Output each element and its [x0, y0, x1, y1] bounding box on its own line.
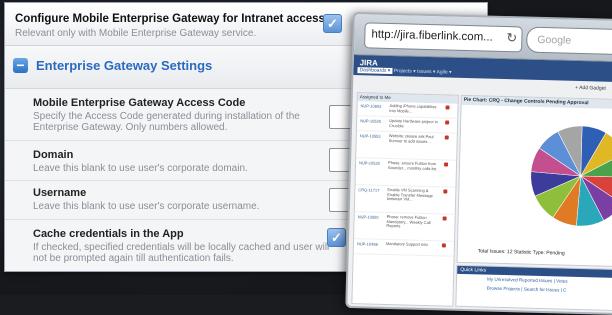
- assigned-to-me-gadget: Assigned to Me NUP-10803 Adding iPhone ca…: [351, 92, 459, 307]
- priority-icon: [445, 120, 450, 125]
- address-text: http://jira.fiberlink.com...: [371, 28, 493, 44]
- add-gadget-link[interactable]: + Add Gadget: [575, 85, 606, 92]
- priority-icon: [443, 189, 448, 194]
- list-item[interactable]: NUP-10553 Website: please ask Paul Sumner…: [356, 131, 457, 161]
- section-title: Enterprise Gateway Settings: [36, 58, 213, 73]
- priority-icon: [441, 243, 446, 248]
- priority-icon: [443, 162, 449, 167]
- browser-toolbar: http://jira.fiberlink.com... ↻ Google: [353, 14, 612, 63]
- mobile-browser-window: http://jira.fiberlink.com... ↻ Google JI…: [345, 12, 612, 315]
- collapse-icon[interactable]: −: [13, 58, 28, 73]
- pie-chart-title: Pie Chart: CRQ - Change Controls Pending…: [461, 95, 612, 110]
- username-description: Leave this blank to use user's corporate…: [33, 201, 260, 212]
- list-item[interactable]: NUP-10500 Phase: remove Fuition Mandatory…: [354, 212, 455, 242]
- list-item[interactable]: NUP-10520 Phase: ensure Fuition from Soun…: [355, 158, 457, 188]
- priority-icon: [442, 216, 447, 221]
- pie-totals: Total Issues: 12 Statistic Type: Pending: [477, 248, 565, 257]
- access-code-label: Mobile Enterprise Gateway Access Code: [33, 97, 246, 109]
- address-bar[interactable]: http://jira.fiberlink.com... ↻: [364, 22, 523, 53]
- pie-chart-gadget: Pie Chart: CRQ - Change Controls Pending…: [456, 94, 612, 268]
- reload-icon[interactable]: ↻: [506, 30, 517, 46]
- nav-projects[interactable]: Projects ▾: [394, 68, 416, 75]
- cache-credentials-description: If checked, specified credentials will b…: [33, 242, 330, 264]
- nav-agile[interactable]: Agile ▾: [436, 69, 451, 75]
- username-label: Username: [33, 187, 87, 199]
- jira-logo: JIRA: [359, 58, 379, 68]
- search-field[interactable]: Google: [525, 26, 612, 56]
- cache-credentials-label: Cache credentials in the App: [33, 228, 184, 240]
- jira-nav: Dashboards ▾ Projects ▾ Issues ▾ Agile ▾: [357, 67, 452, 76]
- pie-chart[interactable]: [524, 120, 612, 233]
- cache-credentials-checkbox[interactable]: ✓: [327, 228, 346, 247]
- list-item[interactable]: CRQ-11717 Enable VM Scanning & Enable Tra…: [354, 185, 456, 215]
- nav-issues[interactable]: Issues ▾: [417, 69, 436, 75]
- configure-gateway-description: Relevant only with Mobile Enterprise Gat…: [15, 28, 257, 39]
- configure-gateway-checkbox[interactable]: ✓: [323, 14, 342, 33]
- nav-dashboards[interactable]: Dashboards ▾: [357, 67, 393, 75]
- list-item[interactable]: NUP-10486 Mandatory Support Info: [353, 239, 455, 257]
- domain-description: Leave this blank to use user's corporate…: [33, 163, 248, 174]
- priority-icon: [445, 105, 450, 110]
- quick-links-gadget: Quick Links My Unresolved Reported Issue…: [455, 264, 612, 312]
- domain-label: Domain: [33, 149, 74, 161]
- search-placeholder: Google: [537, 33, 572, 47]
- access-code-description: Specify the Access Code generated during…: [33, 111, 300, 133]
- configure-gateway-label: Configure Mobile Enterprise Gateway for …: [15, 13, 325, 25]
- priority-icon: [444, 135, 449, 140]
